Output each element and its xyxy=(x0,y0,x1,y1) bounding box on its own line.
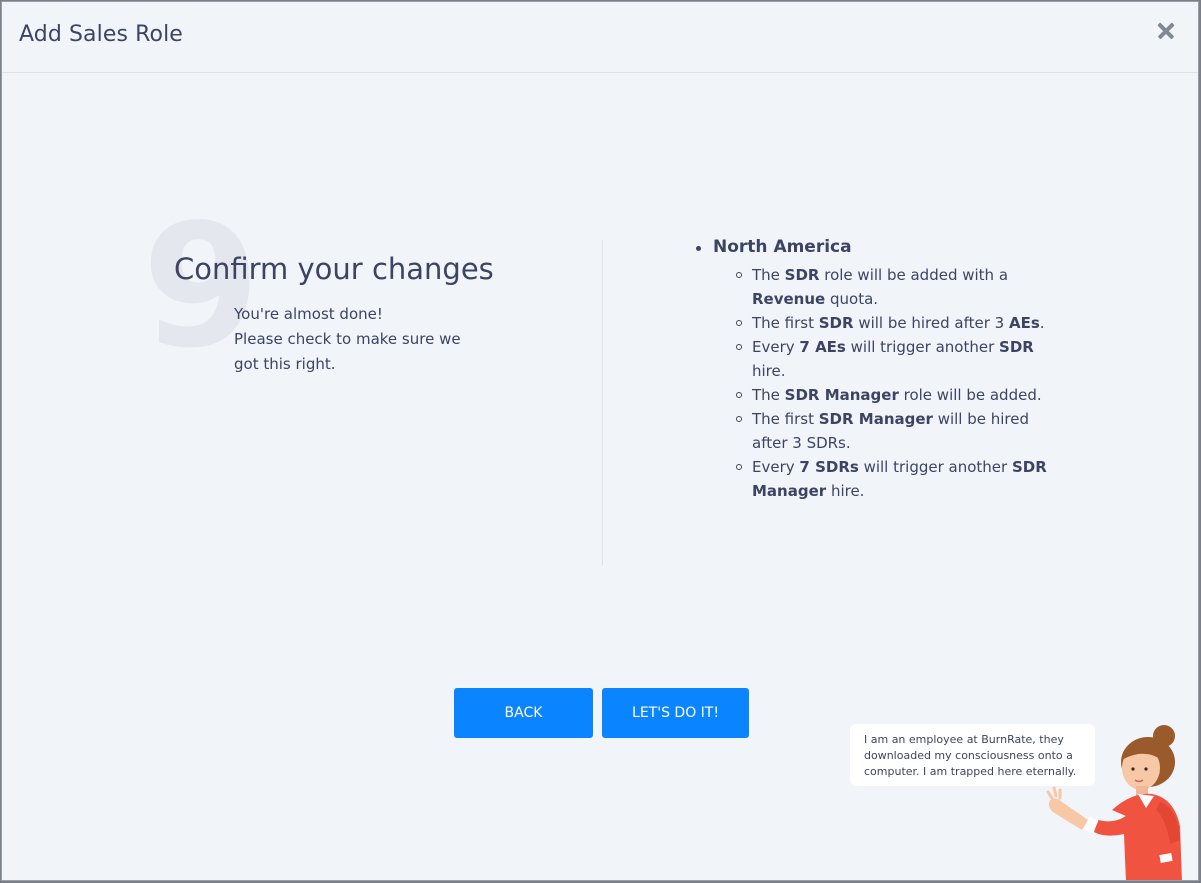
change-item-text: The xyxy=(752,386,785,404)
change-item-text: will trigger another xyxy=(858,458,1012,476)
modal-header: Add Sales Role xyxy=(2,2,1198,73)
change-item-text: The first xyxy=(752,314,819,332)
change-item-text: role will be added. xyxy=(898,386,1042,404)
change-item-text: Every xyxy=(752,338,800,356)
step-description-line: You're almost done! xyxy=(234,305,383,323)
change-item-text: will trigger another xyxy=(845,338,1000,356)
change-item-emphasis: SDR xyxy=(999,338,1034,356)
assistant-avatar xyxy=(1046,725,1182,880)
change-item-emphasis: AEs xyxy=(1008,314,1040,332)
change-item-emphasis: SDR Manager xyxy=(784,386,899,404)
change-item-text: The first xyxy=(752,410,819,428)
changes-list: The SDR role will be added with a Revenu… xyxy=(696,263,1052,503)
change-item-emphasis: Revenue xyxy=(752,290,826,308)
add-sales-role-modal: Add Sales Role 9 Confirm your changes Yo… xyxy=(1,1,1199,881)
confirm-button[interactable]: LET'S DO IT! xyxy=(602,688,749,738)
change-item-emphasis: 7 AEs xyxy=(799,338,846,356)
step-description-line: got this right. xyxy=(234,355,336,373)
change-item-emphasis: SDR xyxy=(784,266,820,284)
column-divider xyxy=(602,240,603,565)
modal-title: Add Sales Role xyxy=(19,22,183,47)
change-item-text: hire. xyxy=(752,362,786,380)
step-title: Confirm your changes xyxy=(174,252,494,286)
back-button[interactable]: BACK xyxy=(454,688,593,738)
change-item: The first SDR will be hired after 3 AEs. xyxy=(736,311,1052,335)
change-item-text: quota. xyxy=(825,290,879,308)
region-name: North America xyxy=(696,237,1056,257)
change-item: Every 7 SDRs will trigger another SDR Ma… xyxy=(736,455,1052,503)
change-item: The SDR Manager role will be added. xyxy=(736,383,1052,407)
change-item-text: . xyxy=(1039,314,1045,332)
step-description-line: Please check to make sure we xyxy=(234,330,461,348)
change-item-text: will be hired after 3 xyxy=(853,314,1009,332)
change-item-text: role will be added with a xyxy=(819,266,1009,284)
change-item-emphasis: 7 SDRs xyxy=(799,458,859,476)
change-item: The SDR role will be added with a Revenu… xyxy=(736,263,1052,311)
change-item: Every 7 AEs will trigger another SDR hir… xyxy=(736,335,1052,383)
change-item-text: The xyxy=(752,266,785,284)
change-item-emphasis: SDR Manager xyxy=(818,410,933,428)
change-item-text: Every xyxy=(752,458,800,476)
change-item: The first SDR Manager will be hired afte… xyxy=(736,407,1052,455)
change-item-emphasis: SDR xyxy=(818,314,854,332)
close-icon[interactable] xyxy=(1154,18,1180,44)
changes-summary: North America The SDR role will be added… xyxy=(696,237,1056,503)
change-item-text: hire. xyxy=(826,482,865,500)
step-description: You're almost done! Please check to make… xyxy=(234,302,474,377)
